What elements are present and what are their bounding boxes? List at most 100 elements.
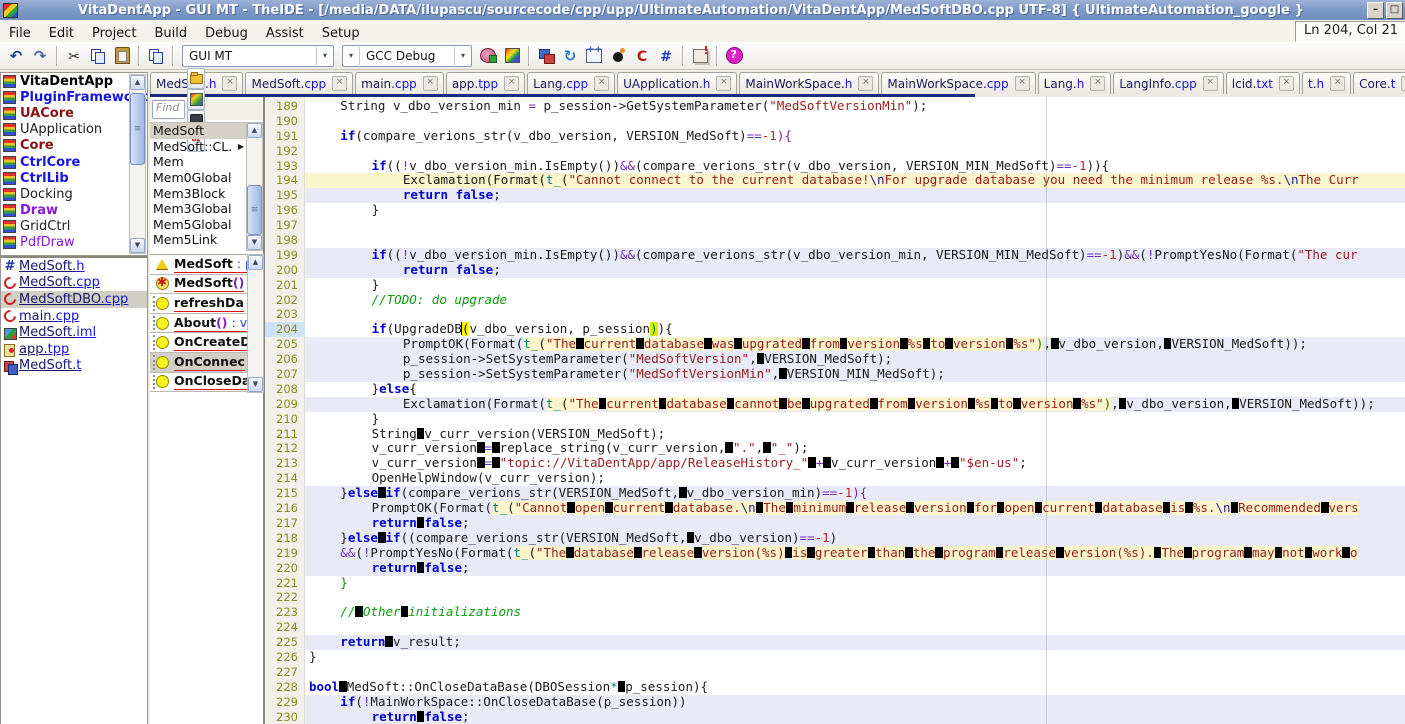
menu-edit[interactable]: Edit [40,26,83,41]
chevron-down-icon[interactable]: ▾ [454,47,471,65]
menu-file[interactable]: File [0,26,40,41]
code-line[interactable]: 194Exclamation(Format(t_("Cannot connect… [265,173,1405,188]
scroll-down-icon[interactable]: ▼ [247,235,262,250]
layers-button[interactable] [535,45,557,67]
tab-core.t[interactable]: Core.t× [1353,72,1405,94]
package-item-draw[interactable]: Draw [1,203,147,219]
code-line[interactable]: 225returnv_result; [265,635,1405,650]
tab-langinfo.cpp[interactable]: LangInfo.cpp× [1113,72,1223,94]
code-line[interactable]: 198 [265,233,1405,248]
code-line[interactable]: 209Exclamation(Format(t_("Thecurrentdata… [265,397,1405,412]
hash-button[interactable] [655,45,677,67]
assist-item[interactable]: MedSoft::CL.▶ [150,139,246,155]
code-line[interactable]: 217returnfalse; [265,516,1405,531]
assist-item[interactable]: Mem5Link [150,232,246,248]
code-line[interactable]: 222 [265,590,1405,605]
symbol-item-medsoft[interactable]: MedSoft : p [150,255,247,275]
undo-button[interactable] [5,45,27,67]
package-item-ctrlcore[interactable]: CtrlCore [1,154,147,170]
symbol-item-onconnec[interactable]: OnConnec [150,353,247,373]
build-button[interactable] [501,45,523,67]
package-list-scrollbar[interactable]: ▲▼≡ [129,74,146,254]
close-icon[interactable]: × [716,76,731,91]
code-line[interactable]: 190 [265,114,1405,129]
code-line[interactable]: 221} [265,576,1405,591]
file-item-medsoftdbo.cpp[interactable]: MedSoftDBO.cpp [1,291,147,308]
scroll-down-icon[interactable]: ▼ [248,377,263,392]
chevron-down-icon[interactable]: ▾ [316,47,333,65]
tab-lang.h[interactable]: Lang.h× [1038,72,1112,94]
menu-assist[interactable]: Assist [257,26,313,41]
code-line[interactable]: 196} [265,203,1405,218]
symbol-list-scrollbar[interactable]: ▲▼ [247,254,264,393]
tab-lcid.txt[interactable]: lcid.txt× [1226,72,1300,94]
package-item-vitadentapp[interactable]: VitaDentApp [1,73,147,89]
code-line[interactable]: 202//TODO: do upgrade [265,293,1405,308]
paste-button[interactable] [111,45,133,67]
tab-t.h[interactable]: t.h× [1302,72,1351,94]
tab-mainworkspace.cpp[interactable]: MainWorkSpace.cpp× [881,72,1035,94]
code-line[interactable]: 189String v_dbo_version_min = p_session-… [265,99,1405,114]
menu-build[interactable]: Build [145,26,196,41]
minimize-button[interactable]: – [1367,2,1384,19]
code-line[interactable]: 229if(!MainWorkSpace::OnCloseDataBase(p_… [265,695,1405,710]
maximize-button[interactable]: □ [1386,2,1403,19]
assist-item[interactable]: MedSoft [150,123,246,139]
symbol-item-medsoft[interactable]: ✱MedSoft() [150,275,247,295]
code-line[interactable]: 203 [265,307,1405,322]
code-line[interactable]: 220returnfalse; [265,561,1405,576]
code-line[interactable]: 210} [265,412,1405,427]
main-config-select[interactable]: GUI MT▾ [182,45,334,67]
code-line[interactable]: 199if((!v_dbo_version_min.IsEmpty())&&(c… [265,248,1405,263]
code-line[interactable]: 206p_session->SetSystemParameter("MedSof… [265,352,1405,367]
symbol-item-about[interactable]: About() : v [150,314,247,334]
symbol-item-oncloseda[interactable]: OnCloseDa [150,373,247,392]
close-icon[interactable]: × [1279,76,1294,91]
code-line[interactable]: 218}elseif((compare_verions_str(VERSION_… [265,531,1405,546]
package-button[interactable] [477,45,499,67]
code-editor[interactable]: 189String v_dbo_version_min = p_session-… [264,97,1405,724]
build-method-select[interactable]: ▾GCC Debug▾ [342,45,472,67]
folder-button[interactable] [187,68,205,89]
code-line[interactable]: 226} [265,650,1405,665]
package-item-pdfdraw[interactable]: PdfDraw [1,235,147,251]
tab-medsoft.cpp[interactable]: MedSoft.cpp× [245,72,353,94]
file-item-medsoft.cpp[interactable]: MedSoft.cpp [1,275,147,292]
scroll-up-icon[interactable]: ▲ [248,255,263,270]
code-line[interactable]: 224 [265,620,1405,635]
copy-button[interactable] [87,45,109,67]
tab-uapplication.h[interactable]: UApplication.h× [617,72,737,94]
menu-debug[interactable]: Debug [196,26,257,41]
package-item-pluginframework[interactable]: PluginFramework [1,89,147,105]
code-line[interactable]: 216PromptOK(Format(t_("Cannotopencurrent… [265,501,1405,516]
tab-app.tpp[interactable]: app.tpp× [446,72,525,94]
scroll-up-icon[interactable]: ▲ [247,123,262,138]
assist-item[interactable]: Mem3Global [150,201,246,217]
code-line[interactable]: 207p_session->SetSystemParameter("MedSof… [265,367,1405,382]
scrollbar-thumb[interactable]: ≡ [247,185,262,235]
bomb-button[interactable] [607,45,629,67]
package-item-uapplication[interactable]: UApplication [1,122,147,138]
code-line[interactable]: 219&&(!PromptYesNo(Format(t_("Thedatabas… [265,546,1405,561]
file-item-medsoft.h[interactable]: MedSoft.h [1,258,147,275]
code-line[interactable]: 211Stringv_curr_version(VERSION_MedSoft)… [265,427,1405,442]
close-icon[interactable]: × [1203,76,1218,91]
close-icon[interactable]: × [1090,76,1105,91]
calendar-button[interactable] [583,45,605,67]
help-button[interactable] [723,45,745,67]
code-line[interactable]: 191if(compare_verions_str(v_dbo_version,… [265,129,1405,144]
assist-item[interactable]: MemBlockLbl [150,248,246,250]
code-line[interactable]: 228boolMedSoft::OnCloseDataBase(DBOSessi… [265,680,1405,695]
tab-lang.cpp[interactable]: Lang.cpp× [527,72,615,94]
code-line[interactable]: 195return false; [265,188,1405,203]
close-icon[interactable]: × [1015,76,1030,91]
code-line[interactable]: 213v_curr_version="topic://VitaDentApp/a… [265,456,1405,471]
rebuild-button[interactable] [631,45,653,67]
menu-project[interactable]: Project [83,26,145,41]
refresh-button[interactable] [559,45,581,67]
assist-list-scrollbar[interactable]: ▲ ▼≡ [246,122,263,251]
code-line[interactable]: 223//Otherinitializations [265,605,1405,620]
copy-button[interactable] [145,45,167,67]
close-icon[interactable]: × [423,76,438,91]
code-line[interactable]: 214OpenHelpWindow(v_curr_version); [265,471,1405,486]
